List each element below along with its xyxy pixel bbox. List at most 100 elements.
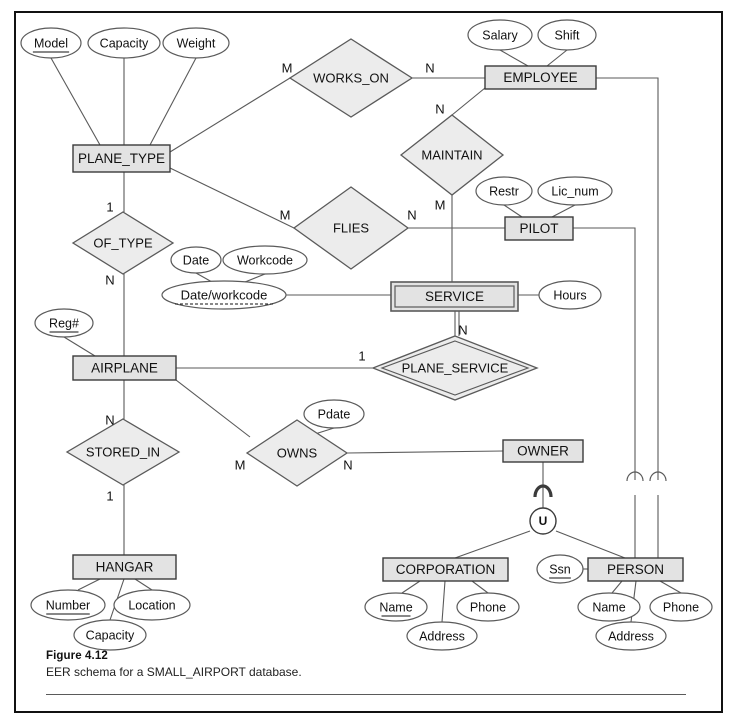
link-airplane-owns bbox=[175, 379, 251, 438]
attribute-date[interactable]: Date bbox=[170, 246, 222, 274]
entity-plane_type[interactable]: PLANE_TYPE bbox=[72, 144, 171, 173]
relationship-owns[interactable]: OWNS bbox=[245, 419, 349, 487]
attribute-restr[interactable]: Restr bbox=[475, 176, 533, 206]
entity-airplane[interactable]: AIRPLANE bbox=[72, 355, 177, 381]
attribute-label-shift: Shift bbox=[554, 28, 580, 42]
attribute-shift[interactable]: Shift bbox=[537, 19, 597, 51]
attribute-pdate[interactable]: Pdate bbox=[303, 399, 365, 429]
entity-label-employee: EMPLOYEE bbox=[503, 70, 577, 85]
attribute-label-restr: Restr bbox=[489, 184, 519, 198]
attribute-capacity_h[interactable]: Capacity bbox=[73, 619, 147, 651]
attribute-weight[interactable]: Weight bbox=[162, 27, 230, 59]
link-employee-maintain bbox=[451, 87, 486, 116]
caption-divider bbox=[46, 694, 686, 695]
cardinality-label: N bbox=[407, 207, 416, 222]
attribute-salary[interactable]: Salary bbox=[467, 19, 533, 51]
link-persname-person bbox=[611, 580, 623, 594]
relationship-works_on[interactable]: WORKS_ON bbox=[288, 38, 414, 118]
relationship-flies[interactable]: FLIES bbox=[292, 186, 410, 270]
entity-owner[interactable]: OWNER bbox=[502, 439, 584, 463]
cardinality-label: 1 bbox=[106, 199, 113, 214]
cardinality-label: N bbox=[105, 412, 114, 427]
attribute-capacity_pt[interactable]: Capacity bbox=[87, 27, 161, 59]
attribute-reg_num[interactable]: Reg# bbox=[34, 308, 94, 338]
link-employee-person-upper bbox=[596, 77, 659, 480]
attribute-label-corp_name: Name bbox=[379, 600, 412, 614]
link-planetype-workson bbox=[169, 77, 291, 153]
link-corpaddress-corporation bbox=[441, 580, 446, 623]
attribute-workcode[interactable]: Workcode bbox=[222, 245, 308, 275]
cardinality-label: M bbox=[435, 197, 446, 212]
attribute-label-pers_name: Name bbox=[592, 600, 625, 614]
relationship-stored_in[interactable]: STORED_IN bbox=[65, 418, 181, 486]
link-shift-employee bbox=[546, 49, 568, 67]
link-regnum-airplane bbox=[63, 336, 96, 357]
attribute-label-location: Location bbox=[128, 598, 175, 612]
cardinality-label: N bbox=[105, 272, 114, 287]
link-restr-pilot bbox=[503, 204, 523, 218]
attribute-pers_name[interactable]: Name bbox=[577, 592, 641, 622]
link-corpname-corporation bbox=[401, 580, 421, 594]
link-owns-owner bbox=[346, 450, 504, 454]
relationship-of_type[interactable]: OF_TYPE bbox=[71, 211, 175, 275]
attribute-corp_address[interactable]: Address bbox=[406, 621, 478, 651]
attribute-label-corp_address: Address bbox=[419, 629, 465, 643]
attribute-lic_num[interactable]: Lic_num bbox=[537, 176, 613, 206]
attribute-location[interactable]: Location bbox=[113, 589, 191, 621]
entity-hangar[interactable]: HANGAR bbox=[72, 554, 177, 580]
link-model-planetype bbox=[50, 57, 101, 146]
attribute-label-date: Date bbox=[183, 253, 209, 267]
cardinality-label: M bbox=[280, 207, 291, 222]
cardinality-label: M bbox=[235, 457, 246, 472]
entity-service[interactable]: SERVICE bbox=[390, 281, 519, 312]
cardinality-label: 1 bbox=[358, 348, 365, 363]
attribute-ssn[interactable]: Ssn bbox=[536, 554, 584, 584]
cardinality-label: N bbox=[435, 101, 444, 116]
attribute-hours[interactable]: Hours bbox=[538, 280, 602, 310]
link-category-corporation bbox=[454, 530, 531, 559]
attribute-model[interactable]: Model bbox=[20, 27, 82, 59]
attribute-number[interactable]: Number bbox=[30, 589, 106, 621]
attribute-corp_name[interactable]: Name bbox=[364, 592, 428, 622]
attribute-pers_phone[interactable]: Phone bbox=[649, 592, 713, 622]
attribute-label-weight: Weight bbox=[177, 36, 216, 50]
cardinality-label: M bbox=[282, 60, 293, 75]
category-symbol-owner_union[interactable]: U bbox=[529, 507, 557, 535]
entity-label-plane_type: PLANE_TYPE bbox=[78, 151, 165, 166]
link-corpphone-corporation bbox=[471, 580, 489, 594]
attribute-label-model: Model bbox=[34, 36, 68, 50]
entity-person[interactable]: PERSON bbox=[587, 557, 684, 582]
attribute-label-salary: Salary bbox=[482, 28, 518, 42]
link-date-datewc bbox=[195, 272, 213, 283]
link-location-hangar bbox=[134, 578, 153, 591]
link-licnum-pilot bbox=[551, 204, 576, 218]
relationship-plane_service[interactable]: PLANE_SERVICE bbox=[371, 335, 539, 401]
attribute-date_wc[interactable]: Date/workcode bbox=[161, 280, 287, 310]
attribute-label-reg_num: Reg# bbox=[49, 316, 79, 330]
link-number-hangar bbox=[77, 578, 101, 591]
cardinality-label: N bbox=[343, 457, 352, 472]
entity-corporation[interactable]: CORPORATION bbox=[382, 557, 509, 582]
entity-label-airplane: AIRPLANE bbox=[91, 361, 158, 376]
relationship-label-plane_service: PLANE_SERVICE bbox=[402, 360, 509, 375]
entity-label-owner: OWNER bbox=[517, 444, 569, 459]
entity-employee[interactable]: EMPLOYEE bbox=[484, 65, 597, 90]
relationship-label-flies: FLIES bbox=[333, 220, 369, 235]
attribute-label-lic_num: Lic_num bbox=[551, 184, 598, 198]
attribute-label-workcode: Workcode bbox=[237, 253, 293, 267]
diagram-shapes-layer: PLANE_TYPE EMPLOYEE PILOT SERVICE AIRPLANE OW… bbox=[20, 19, 713, 651]
link-workcode-datewc bbox=[244, 273, 266, 283]
entity-label-hangar: HANGAR bbox=[96, 560, 154, 575]
entity-label-person: PERSON bbox=[607, 562, 664, 577]
figure-description: EER schema for a SMALL_AIRPORT database. bbox=[46, 665, 302, 679]
link-weight-planetype bbox=[149, 57, 197, 146]
relationship-label-works_on: WORKS_ON bbox=[313, 70, 389, 85]
entity-pilot[interactable]: PILOT bbox=[504, 216, 574, 241]
attribute-corp_phone[interactable]: Phone bbox=[456, 592, 520, 622]
attribute-label-capacity_pt: Capacity bbox=[100, 36, 149, 50]
attribute-label-pdate: Pdate bbox=[318, 407, 351, 421]
entity-label-corporation: CORPORATION bbox=[396, 562, 496, 577]
attribute-pers_address[interactable]: Address bbox=[595, 621, 667, 651]
relationship-label-of_type: OF_TYPE bbox=[93, 235, 153, 250]
attribute-label-number: Number bbox=[46, 598, 90, 612]
